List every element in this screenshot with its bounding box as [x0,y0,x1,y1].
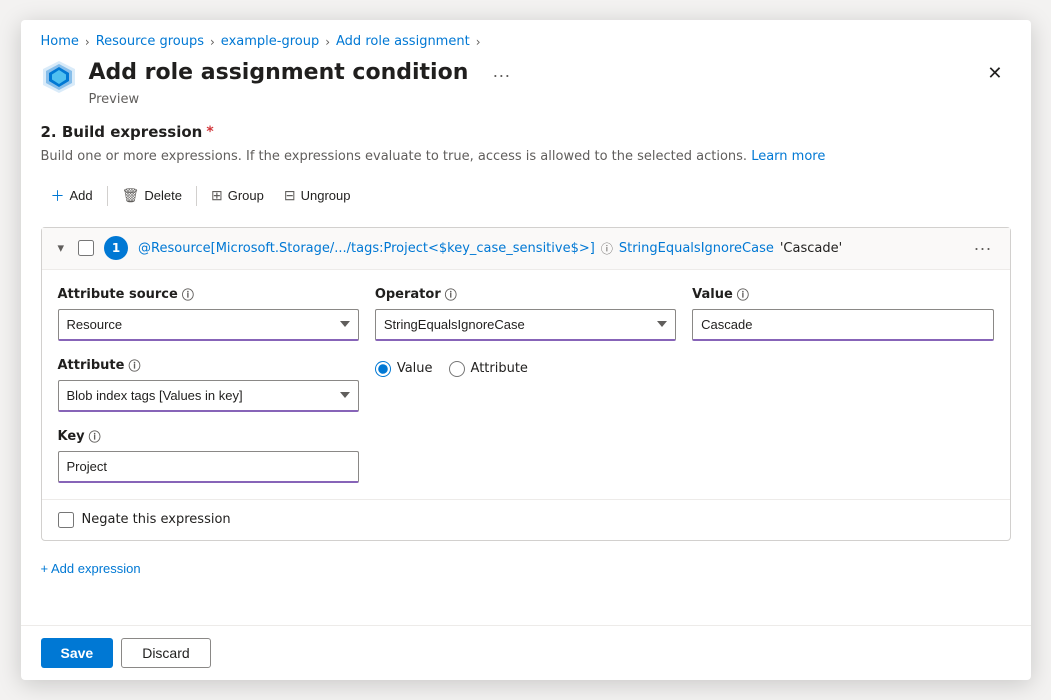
expression-number: 1 [104,236,128,260]
delete-button[interactable]: 🗑 Delete [112,182,192,209]
key-label: Key ⓘ [58,428,359,445]
learn-more-link[interactable]: Learn more [751,149,825,164]
attribute-source-select[interactable]: Resource Principal Environment Request [58,309,359,341]
modal-title: Add role assignment condition [89,59,469,88]
breadcrumb-add-role[interactable]: Add role assignment [336,34,470,49]
radio-attribute-input[interactable] [449,361,465,377]
expression-header: ▾ 1 @Resource[Microsoft.Storage/.../tags… [42,228,1010,270]
add-expression-button[interactable]: + Add expression [41,553,141,584]
operator-select[interactable]: StringEqualsIgnoreCase StringEquals Stri… [375,309,676,341]
attribute-source-group: Attribute source ⓘ Resource Principal En… [58,286,359,341]
breadcrumb-sep-1: › [85,35,90,49]
toolbar-divider-2 [196,186,197,206]
radio-attribute-option[interactable]: Attribute [449,361,528,377]
ungroup-button[interactable]: ⊟ Ungroup [274,182,361,209]
toolbar-divider-1 [107,186,108,206]
expression-more-button[interactable]: ··· [968,236,998,261]
breadcrumb-sep-3: › [325,35,330,49]
expression-form: Attribute source ⓘ Resource Principal En… [42,270,1010,500]
section-description: Build one or more expressions. If the ex… [41,147,1011,167]
radio-attribute-label: Attribute [471,361,528,376]
add-button[interactable]: ＋ Add [41,181,103,211]
info-icon-attribute: ⓘ [128,357,140,374]
ungroup-icon: ⊟ [284,187,296,204]
breadcrumb-example-group[interactable]: example-group [221,34,319,49]
section-title: 2. Build expression * [41,123,1011,141]
discard-button[interactable]: Discard [121,638,210,668]
modal-subtitle: Preview [89,92,980,107]
modal-title-block: Add role assignment condition ··· Previe… [89,57,980,107]
breadcrumb-home[interactable]: Home [41,34,79,49]
expression-operator-summary: StringEqualsIgnoreCase [619,241,774,256]
modal-header: Add role assignment condition ··· Previe… [21,57,1031,107]
modal-footer: Save Discard [21,625,1031,680]
modal-content: 2. Build expression * Build one or more … [21,107,1031,625]
breadcrumb-sep-2: › [210,35,215,49]
close-button[interactable]: ✕ [979,59,1010,88]
expression-block: ▾ 1 @Resource[Microsoft.Storage/.../tags… [41,227,1011,541]
info-icon-key: ⓘ [89,428,101,445]
save-button[interactable]: Save [41,638,114,668]
value-group: Value ⓘ [692,286,993,341]
operator-label: Operator ⓘ [375,286,676,303]
info-icon-resource: ⓘ [601,240,613,257]
value-input[interactable] [692,309,993,341]
expression-summary: @Resource[Microsoft.Storage/.../tags:Pro… [138,240,957,257]
negate-checkbox[interactable] [58,512,74,528]
group-icon: ⊞ [211,187,223,204]
expression-resource: @Resource[Microsoft.Storage/.../tags:Pro… [138,241,595,256]
breadcrumb-sep-4: › [476,35,481,49]
info-icon-operator: ⓘ [445,286,457,303]
info-icon-attr-source: ⓘ [182,286,194,303]
breadcrumb: Home › Resource groups › example-group ›… [21,20,1031,57]
negate-label: Negate this expression [82,512,231,527]
radio-value-option[interactable]: Value [375,361,433,377]
attribute-source-label: Attribute source ⓘ [58,286,359,303]
required-indicator: * [206,124,213,140]
value-label: Value ⓘ [692,286,993,303]
form-middle-col: Operator ⓘ StringEqualsIgnoreCase String… [375,286,676,483]
expression-checkbox[interactable] [78,240,94,256]
toolbar: ＋ Add 🗑 Delete ⊞ Group ⊟ Ungroup [41,181,1011,211]
operator-group: Operator ⓘ StringEqualsIgnoreCase String… [375,286,676,341]
radio-group: Value Attribute [375,361,676,377]
radio-value-input[interactable] [375,361,391,377]
plus-icon: ＋ [51,186,65,206]
breadcrumb-resource-groups[interactable]: Resource groups [96,34,204,49]
key-input[interactable] [58,451,359,483]
radio-value-label: Value [397,361,433,376]
expression-value-summary: 'Cascade' [780,241,842,256]
negate-section: Negate this expression [42,500,1010,540]
modal-container: Home › Resource groups › example-group ›… [21,20,1031,680]
form-left-col: Attribute source ⓘ Resource Principal En… [58,286,359,483]
modal-menu-button[interactable]: ··· [484,61,518,90]
modal-icon [41,59,77,95]
key-group: Key ⓘ [58,428,359,483]
group-button[interactable]: ⊞ Group [201,182,274,209]
attribute-label: Attribute ⓘ [58,357,359,374]
collapse-button[interactable]: ▾ [54,238,69,258]
info-icon-value: ⓘ [737,286,749,303]
trash-icon: 🗑 [122,187,140,204]
form-right-col: Value ⓘ [692,286,993,483]
attribute-group: Attribute ⓘ Blob index tags [Values in k… [58,357,359,412]
attribute-select[interactable]: Blob index tags [Values in key] Blob ind… [58,380,359,412]
